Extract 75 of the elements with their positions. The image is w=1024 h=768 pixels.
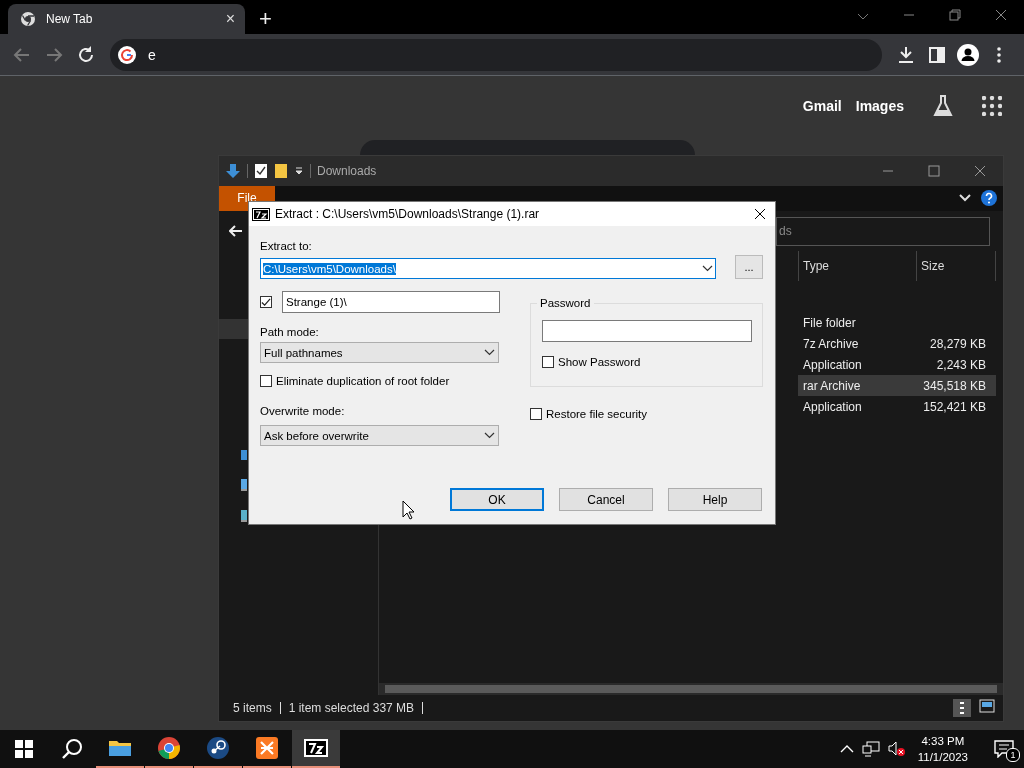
windows-icon [15, 740, 33, 758]
horizontal-scrollbar[interactable] [379, 683, 1003, 695]
destination-combo[interactable]: C:\Users\vm5\Downloads\ [260, 258, 716, 279]
tab-close-button[interactable]: × [225, 10, 235, 28]
checkbox[interactable] [530, 408, 542, 420]
flask-icon[interactable] [932, 94, 954, 118]
table-cell-text: Application [802, 398, 863, 416]
chevron-down-icon[interactable] [959, 194, 971, 202]
folder-icon [108, 738, 132, 758]
dialog-button[interactable]: OK [450, 488, 544, 511]
search-icon [61, 738, 83, 760]
table-cell-text: 2,243 KB [935, 356, 987, 374]
apps-grid-icon[interactable] [982, 96, 1002, 116]
xampp-icon [255, 736, 279, 760]
group-label: Password [537, 297, 594, 309]
checkbox-label[interactable]: Show Password [558, 356, 641, 368]
header-link[interactable]: Gmail [802, 98, 842, 114]
table-cell-text: Application [802, 356, 863, 374]
table-cell: 345,518 KB [916, 375, 996, 396]
download-arrow-icon [225, 163, 241, 179]
dropdown-arrow-icon[interactable] [294, 166, 304, 176]
column-header[interactable]: Type [798, 251, 916, 281]
field-label: Overwrite mode: [260, 404, 346, 418]
chrome-icon [20, 11, 36, 27]
header-link[interactable]: Images [855, 98, 904, 114]
archive-app-icon [252, 207, 270, 221]
steam-icon [206, 736, 230, 760]
details-view-icon[interactable] [953, 699, 971, 717]
checkbox-label[interactable]: Restore file security [546, 408, 647, 420]
table-cell-text: 152,421 KB [922, 398, 987, 416]
checkbox-label[interactable]: Eliminate duplication of root folder [276, 375, 450, 387]
folder-icon[interactable] [274, 163, 288, 179]
table-cell-text: 28,279 KB [928, 335, 987, 353]
muted-speaker-icon[interactable] [887, 741, 906, 757]
google-icon [118, 45, 136, 64]
checkbox[interactable] [542, 356, 554, 368]
password-field[interactable] [542, 320, 752, 342]
archive-app-icon [303, 738, 329, 758]
address-bar[interactable]: e [110, 38, 882, 71]
status-text: 5 items [233, 702, 281, 714]
path-mode-dropdown[interactable]: Full pathnames [260, 342, 499, 363]
chevron-up-icon[interactable] [839, 744, 854, 754]
large-icons-view-icon[interactable] [979, 699, 995, 713]
close-icon[interactable] [754, 208, 766, 220]
table-cell-text: File folder [802, 314, 857, 332]
field-label: Path mode: [260, 325, 320, 339]
back-icon[interactable] [229, 225, 243, 237]
window-title: Downloads [317, 164, 377, 178]
browser-tab[interactable]: New Tab × [8, 4, 245, 34]
browse-button[interactable]: ... [735, 255, 763, 279]
table-cell: rar Archive [798, 375, 916, 396]
taskbar-app[interactable] [292, 730, 340, 768]
search-field[interactable]: ds [776, 216, 990, 246]
help-icon[interactable] [981, 190, 997, 206]
checkbox[interactable] [260, 375, 272, 387]
column-header[interactable]: Size [916, 251, 996, 281]
status-text: 1 item selected 337 MB [288, 702, 424, 714]
notification-button[interactable]: 1 [984, 730, 1024, 768]
dialog-title: Extract : C:\Users\vm5\Downloads\Strange (1).rar [275, 207, 540, 221]
subfolder-field[interactable]: Strange (1)\ [282, 291, 500, 313]
field-label: Extract to: [260, 239, 313, 253]
profile-icon[interactable] [956, 42, 980, 67]
properties-icon[interactable] [254, 163, 268, 179]
mouse-pointer-icon [402, 500, 414, 520]
overwrite-mode-dropdown[interactable]: Ask before overwrite [260, 425, 499, 446]
network-icon[interactable] [861, 741, 880, 757]
clock[interactable]: 4:33 PM 11/1/2023 [917, 733, 968, 765]
dialog-button[interactable]: Help [668, 488, 762, 511]
table-cell-text: 7z Archive [802, 335, 860, 353]
notification-count: 1 [1006, 748, 1020, 762]
chrome-icon [157, 736, 181, 760]
checkbox[interactable] [260, 296, 272, 308]
notification-icon [994, 740, 1014, 758]
dialog-button[interactable]: Cancel [559, 488, 653, 511]
new-tab-button[interactable]: + [259, 6, 272, 32]
